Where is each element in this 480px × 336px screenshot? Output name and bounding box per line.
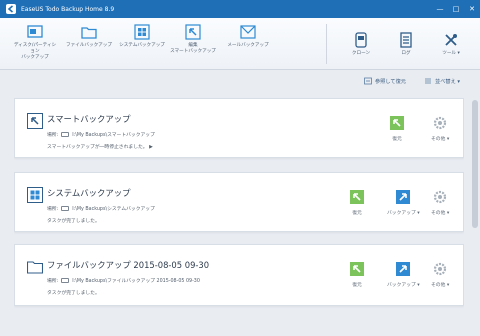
system-backup-button[interactable]: システムバックアップ — [118, 24, 166, 49]
restore-icon — [390, 116, 404, 130]
folder-icon — [27, 261, 43, 274]
windows-icon — [134, 24, 150, 40]
toolbar-label: ディスク/パーティション バックアップ — [13, 43, 57, 60]
restore-label: 復元 — [392, 137, 402, 142]
backup-label: バックアップ ▾ — [387, 211, 420, 216]
folder-icon — [81, 27, 97, 39]
mail-backup-button[interactable]: メールバックアップ — [224, 24, 272, 49]
main-toolbar: ディスク/パーティション バックアップ ファイルバックアップ システムバックアッ… — [0, 18, 480, 70]
smart-backup-icon — [27, 113, 43, 129]
backup-button[interactable]: バックアップ ▾ — [387, 189, 420, 216]
tools-button[interactable]: ツール ▾ — [436, 32, 466, 57]
tools-icon — [445, 34, 457, 46]
restore-label: 復元 — [352, 283, 362, 288]
disk-partition-backup-button[interactable]: ディスク/パーティション バックアップ — [12, 24, 58, 61]
browse-restore-icon — [364, 77, 372, 85]
more-label: その他 ▾ — [431, 137, 450, 142]
location-path: I:\My Backups\システムバックアップ — [72, 207, 155, 212]
restore-button[interactable]: 復元 — [349, 261, 365, 288]
app-logo-icon — [6, 4, 16, 14]
edit-smart-backup-button[interactable]: 編集 スマートバックアップ — [170, 24, 216, 55]
task-location: 場所: I:\My Backups\システムバックアップ — [47, 205, 155, 212]
toolbar-label: ログ — [401, 51, 411, 56]
location-path: I:\My Backups\ファイルバックアップ 2015-08-05 09-3… — [72, 279, 200, 284]
more-label: その他 ▾ — [431, 211, 450, 216]
sub-toolbar: 参照して復元 並べ替え ▾ — [0, 70, 480, 92]
window-title: EaseUS Todo Backup Home 8.9 — [21, 5, 115, 13]
task-card-system-backup[interactable]: システムバックアップ 場所: I:\My Backups\システムバックアップ … — [14, 172, 464, 232]
toolbar-label: 編集 スマートバックアップ — [170, 43, 216, 54]
log-button[interactable]: ログ — [394, 32, 418, 57]
task-status: タスクが完了しました。 — [47, 291, 100, 296]
gear-icon — [434, 190, 447, 204]
sort-dropdown[interactable]: 並べ替え ▾ — [424, 77, 460, 85]
toolbar-divider — [326, 24, 327, 64]
task-name: システムバックアップ — [47, 188, 131, 198]
cursor-icon — [185, 24, 201, 40]
more-button[interactable]: その他 ▾ — [431, 189, 449, 216]
title-bar: EaseUS Todo Backup Home 8.9 — □ ✕ — [0, 0, 480, 18]
toolbar-label: メールバックアップ — [227, 43, 269, 48]
task-name: ファイルバックアップ 2015-08-05 09-30 — [47, 260, 210, 270]
disk-partition-icon — [27, 25, 43, 38]
restore-icon — [350, 190, 364, 204]
browse-restore-label: 参照して復元 — [375, 78, 406, 85]
minimize-icon[interactable]: — — [432, 0, 448, 18]
toolbar-label: システムバックアップ — [119, 43, 165, 48]
backup-label: バックアップ ▾ — [387, 283, 420, 288]
backup-task-list: スマートバックアップ 場所: I:\My Backups\スマートバックアップ … — [14, 92, 464, 332]
log-icon — [400, 32, 412, 48]
more-label: その他 ▾ — [431, 283, 450, 288]
restore-button[interactable]: 復元 — [349, 189, 365, 216]
toolbar-label: ツール ▾ — [442, 51, 460, 56]
clone-icon — [355, 32, 367, 48]
task-location: 場所: I:\My Backups\ファイルバックアップ 2015-08-05 … — [47, 277, 200, 284]
toolbar-label: クローン — [351, 51, 371, 56]
drive-icon — [61, 278, 70, 283]
file-backup-button[interactable]: ファイルバックアップ — [66, 24, 112, 49]
scrollbar[interactable] — [472, 100, 478, 228]
drive-icon — [61, 206, 70, 211]
mail-icon — [240, 25, 256, 39]
task-location: 場所: I:\My Backups\スマートバックアップ — [47, 131, 155, 138]
location-path: I:\My Backups\スマートバックアップ — [72, 133, 155, 138]
task-name: スマートバックアップ — [47, 114, 131, 124]
sort-label: 並べ替え ▾ — [435, 78, 461, 85]
restore-label: 復元 — [352, 211, 362, 216]
task-status: タスクが完了しました。 — [47, 219, 100, 224]
sort-icon — [425, 78, 431, 84]
gear-icon — [434, 262, 447, 276]
windows-icon — [27, 187, 43, 203]
gear-icon — [434, 116, 447, 130]
drive-icon — [61, 132, 70, 137]
backup-button[interactable]: バックアップ ▾ — [387, 261, 420, 288]
browse-restore-link[interactable]: 参照して復元 — [364, 77, 406, 85]
location-label: 場所: — [47, 207, 59, 212]
location-label: 場所: — [47, 279, 59, 284]
clone-button[interactable]: クローン — [346, 32, 376, 57]
backup-icon — [396, 190, 411, 204]
toolbar-label: ファイルバックアップ — [66, 43, 112, 48]
task-status[interactable]: スマートバックアップが一時停止されました。 ▶ — [47, 143, 153, 150]
location-label: 場所: — [47, 133, 59, 138]
more-button[interactable]: その他 ▾ — [431, 261, 449, 288]
task-card-file-backup[interactable]: ファイルバックアップ 2015-08-05 09-30 場所: I:\My Ba… — [14, 244, 464, 306]
task-card-smart-backup[interactable]: スマートバックアップ 場所: I:\My Backups\スマートバックアップ … — [14, 98, 464, 158]
more-button[interactable]: その他 ▾ — [431, 115, 449, 142]
maximize-icon[interactable]: □ — [448, 0, 464, 18]
backup-icon — [396, 262, 411, 276]
restore-icon — [350, 262, 364, 276]
restore-button[interactable]: 復元 — [389, 115, 405, 142]
close-icon[interactable]: ✕ — [464, 0, 480, 18]
